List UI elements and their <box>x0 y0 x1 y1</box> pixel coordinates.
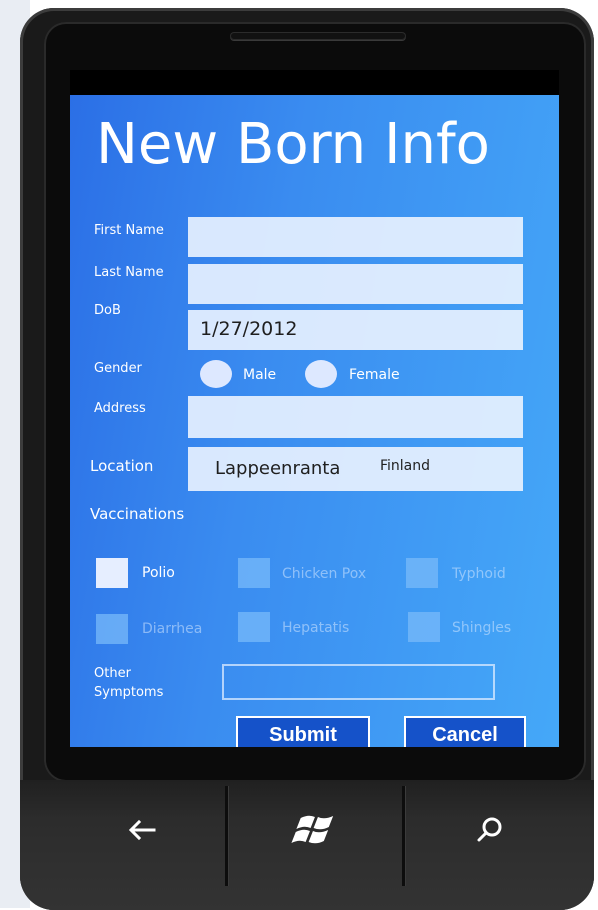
submit-button[interactable]: Submit <box>236 716 370 747</box>
start-button[interactable] <box>282 800 342 860</box>
location-country: Finland <box>380 458 431 474</box>
location-label: Location <box>90 457 154 475</box>
shingles-checkbox[interactable] <box>408 612 440 642</box>
earpiece-speaker <box>230 32 406 40</box>
windows-logo-icon <box>291 815 334 844</box>
gender-label: Gender <box>94 361 142 376</box>
polio-label: Polio <box>142 565 175 581</box>
hardware-divider <box>402 786 405 886</box>
other-symptoms-input[interactable] <box>222 664 495 700</box>
typhoid-checkbox[interactable] <box>406 558 438 588</box>
hepatatis-checkbox[interactable] <box>238 612 270 642</box>
cancel-button[interactable]: Cancel <box>404 716 526 747</box>
first-name-field[interactable] <box>188 217 523 257</box>
first-name-label: First Name <box>94 223 164 238</box>
shingles-label: Shingles <box>452 620 512 636</box>
status-bar <box>70 70 559 96</box>
hardware-divider <box>225 786 228 886</box>
address-label: Address <box>94 401 146 416</box>
vaccinations-label: Vaccinations <box>90 505 185 523</box>
gender-female-radio[interactable] <box>305 360 337 388</box>
location-city: Lappeenranta <box>215 458 341 479</box>
gender-female-label: Female <box>349 367 400 383</box>
search-button[interactable] <box>460 800 520 860</box>
search-icon <box>477 817 502 842</box>
dob-label: DoB <box>94 303 121 318</box>
hepatatis-label: Hepatatis <box>282 620 350 636</box>
chicken-pox-checkbox[interactable] <box>238 558 270 588</box>
last-name-label: Last Name <box>94 265 164 280</box>
page-title: New Born Info <box>96 112 490 177</box>
diarrhea-label: Diarrhea <box>142 621 203 637</box>
back-arrow-icon <box>128 819 156 841</box>
chicken-pox-label: Chicken Pox <box>282 566 367 582</box>
other-symptoms-label-line1: Other <box>94 666 131 681</box>
typhoid-label: Typhoid <box>452 566 506 582</box>
dob-field[interactable]: 1/27/2012 <box>188 310 523 350</box>
gender-male-label: Male <box>243 367 277 383</box>
diarrhea-checkbox[interactable] <box>96 614 128 644</box>
app-screen: New Born Info First Name Last Name DoB 1… <box>70 95 559 747</box>
gender-male-radio[interactable] <box>200 360 232 388</box>
other-symptoms-label-line2: Symptoms <box>94 685 164 700</box>
last-name-field[interactable] <box>188 264 523 304</box>
address-field[interactable] <box>188 396 523 438</box>
dob-value: 1/27/2012 <box>200 318 298 340</box>
polio-checkbox[interactable] <box>96 558 128 588</box>
location-field[interactable]: Lappeenranta Finland <box>188 447 523 491</box>
back-button[interactable] <box>112 800 172 860</box>
